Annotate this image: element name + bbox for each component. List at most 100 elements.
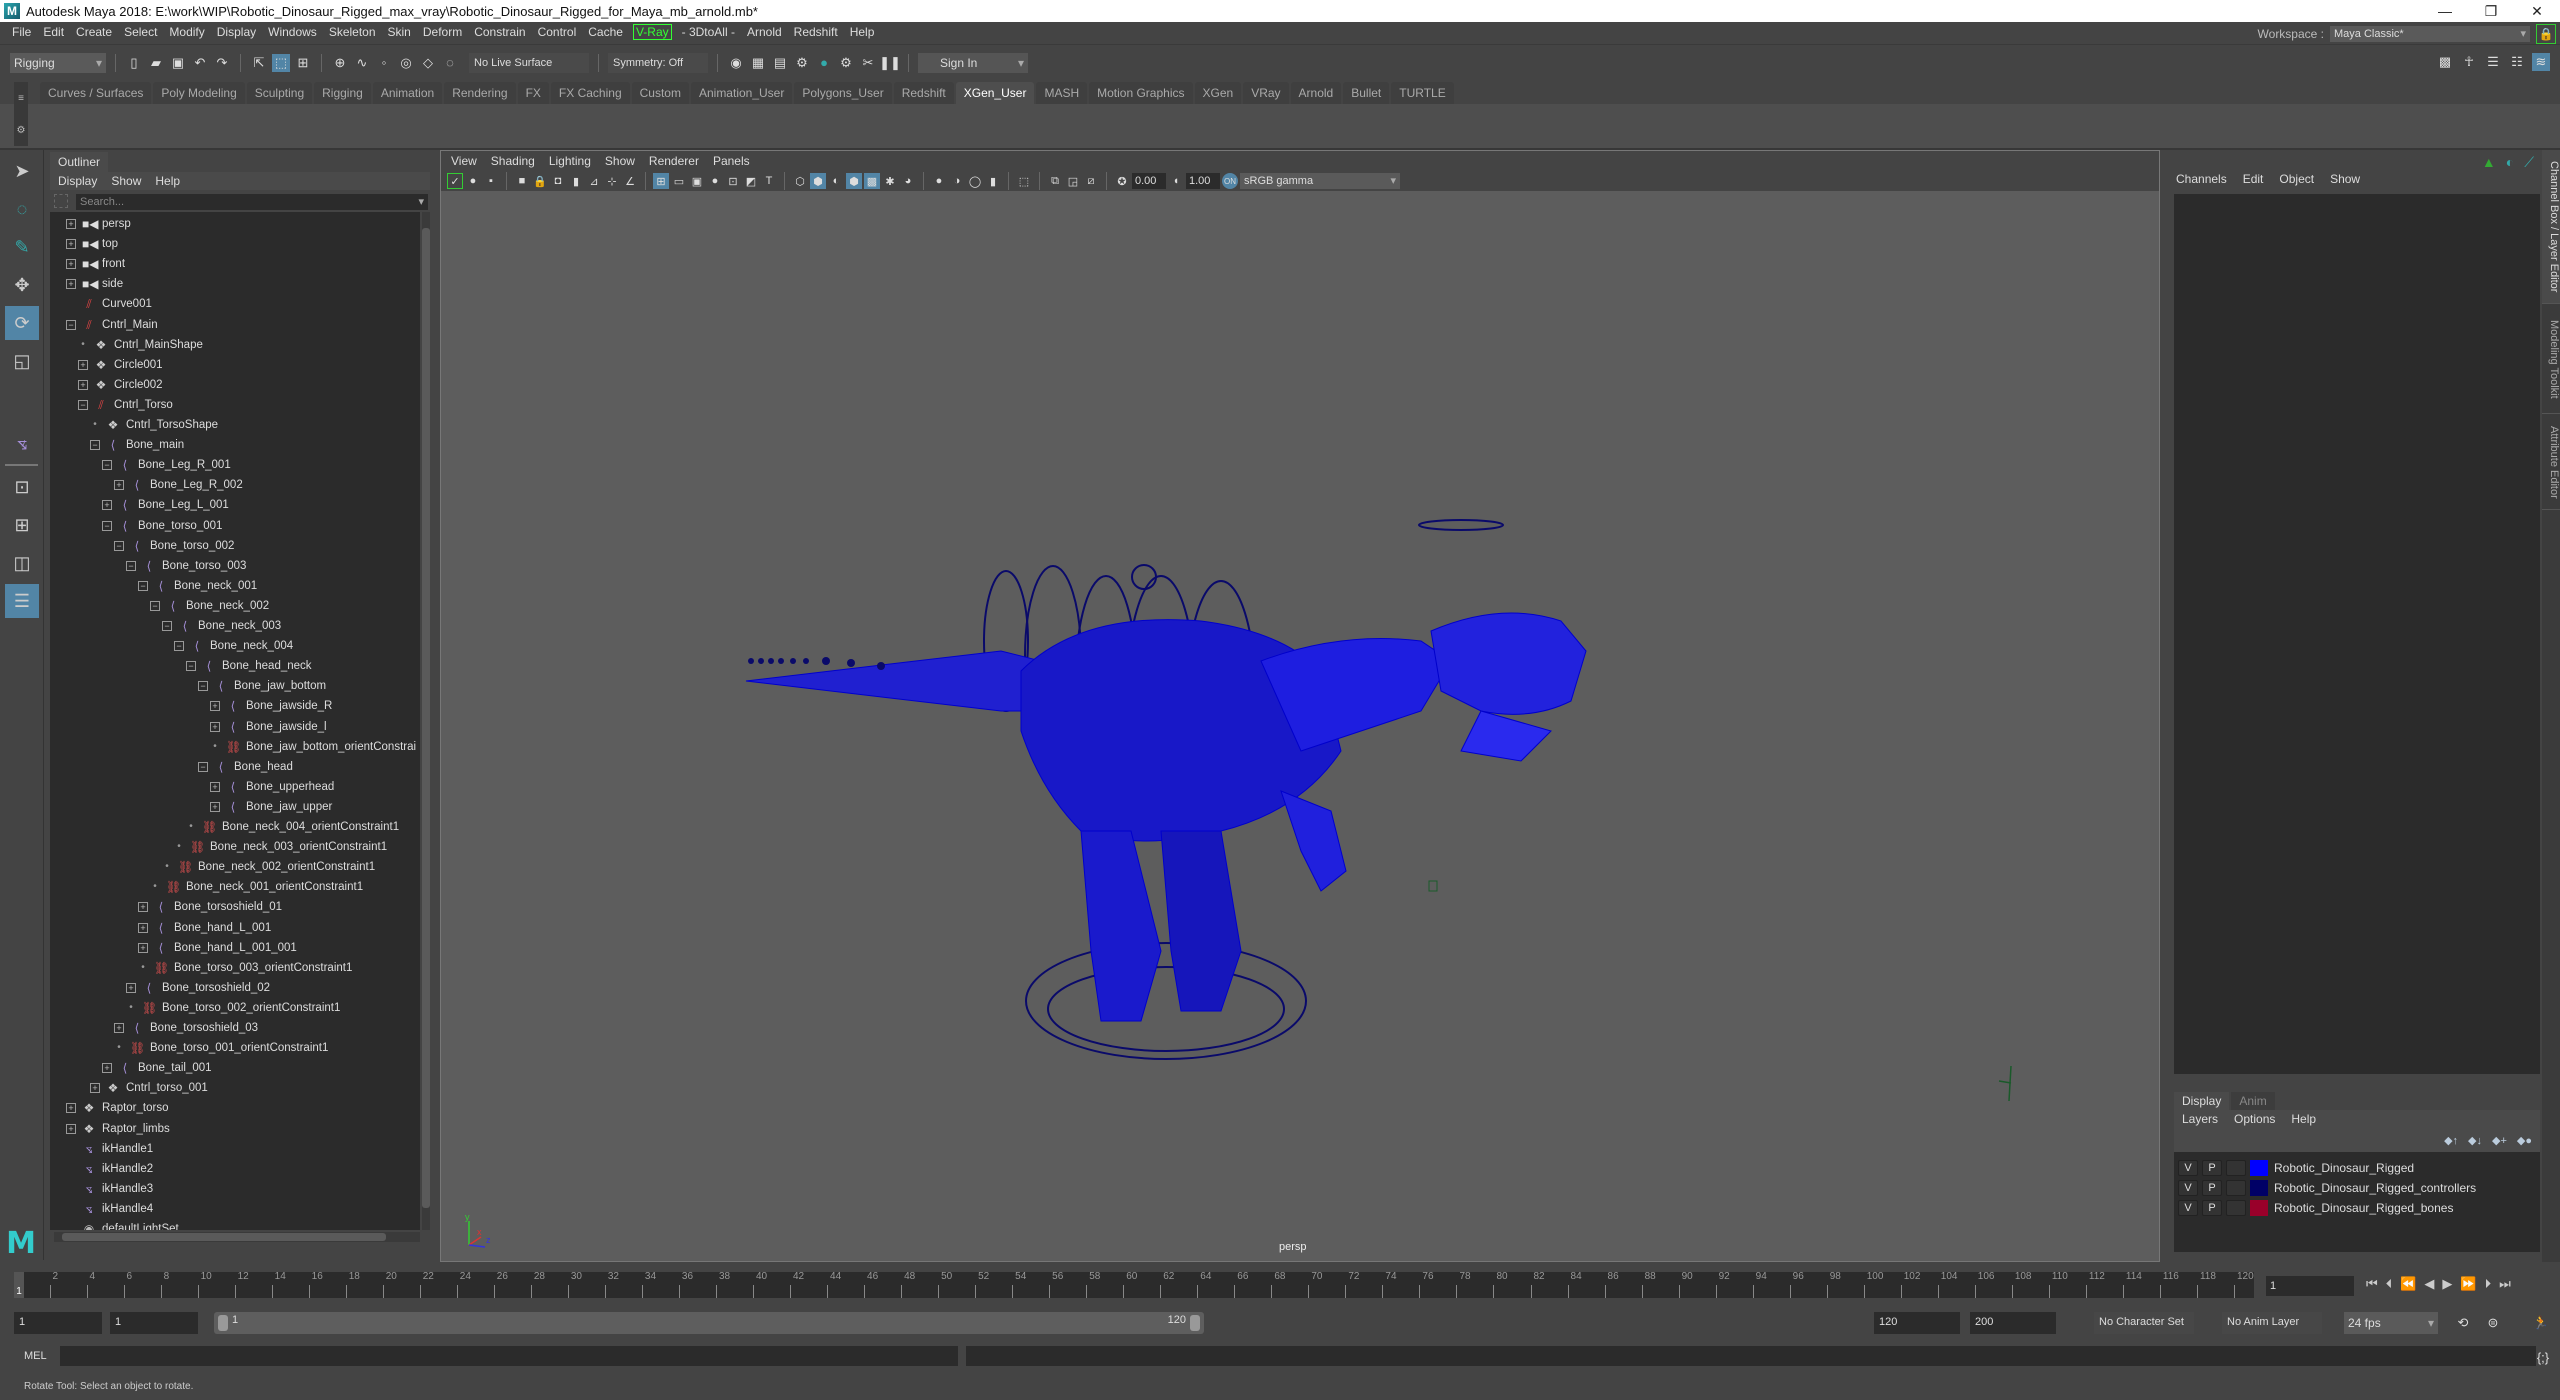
channel-box-toggle-icon[interactable]: ≋ xyxy=(2532,53,2550,71)
collapse-icon[interactable]: − xyxy=(198,761,208,772)
outliner-item[interactable]: − ⟨ Bone_neck_004 xyxy=(174,636,293,656)
outliner-item[interactable]: • ⛓ Bone_neck_001_orientConstraint1 xyxy=(150,877,363,897)
expand-icon[interactable]: + xyxy=(78,379,88,390)
step-forward-key-icon[interactable]: ⏩ xyxy=(2460,1276,2476,1292)
playback-end-field[interactable]: 120 xyxy=(1874,1312,1960,1334)
new-scene-icon[interactable]: ▯ xyxy=(125,54,143,72)
expand-icon[interactable]: + xyxy=(126,982,136,993)
outliner-item[interactable]: − ⟨ Bone_neck_003 xyxy=(162,616,281,636)
vp-menu-show[interactable]: Show xyxy=(605,151,635,171)
grid-toggle-icon[interactable]: ⊞ xyxy=(653,173,669,189)
outliner-item[interactable]: ⦪ ikHandle1 xyxy=(66,1139,154,1159)
safe-title-icon[interactable]: T xyxy=(761,173,777,189)
outliner-search-input[interactable]: Search... xyxy=(76,194,428,210)
collapse-icon[interactable]: − xyxy=(162,621,172,631)
resolution-gate-icon[interactable]: ∠ xyxy=(622,173,638,189)
layer-visibility-toggle[interactable]: V xyxy=(2178,1180,2198,1196)
new-layer-selected-icon[interactable]: ◆+ xyxy=(2492,1134,2507,1147)
layer-color-swatch[interactable] xyxy=(2250,1200,2268,1216)
menu-file[interactable]: File xyxy=(6,25,37,39)
current-frame-marker[interactable]: 1 xyxy=(14,1272,24,1298)
step-back-key-icon[interactable]: ⏪ xyxy=(2400,1276,2416,1292)
shelf-settings-icon[interactable]: ⚙ xyxy=(17,125,26,136)
display-layer-row[interactable]: V P Robotic_Dinosaur_Rigged xyxy=(2174,1158,2540,1178)
close-button[interactable]: ✕ xyxy=(2514,0,2560,22)
script-editor-icon[interactable]: {;} xyxy=(2534,1348,2552,1366)
expand-icon[interactable]: + xyxy=(114,1023,124,1033)
shelf-menu-icon[interactable]: ≡ xyxy=(18,93,24,104)
collapse-icon[interactable]: − xyxy=(102,460,112,471)
collapse-icon[interactable]: − xyxy=(126,560,136,571)
menu-select[interactable]: Select xyxy=(118,25,163,39)
outliner-item[interactable]: − ⟨ Bone_torso_003 xyxy=(126,556,246,576)
menu-redshift[interactable]: Redshift xyxy=(788,25,844,39)
select-component-icon[interactable]: ⊞ xyxy=(294,54,312,72)
step-forward-frame-icon[interactable]: ⏵ xyxy=(2485,1276,2492,1292)
outliner-item[interactable]: − ⟨ Bone_head_neck xyxy=(186,656,312,676)
layer-playback-toggle[interactable]: P xyxy=(2202,1160,2222,1176)
cb-menu-object[interactable]: Object xyxy=(2279,172,2314,186)
auto-key-icon[interactable]: ⊜ xyxy=(2484,1314,2502,1332)
layer-display-type-toggle[interactable] xyxy=(2226,1180,2246,1196)
collapse-icon[interactable]: − xyxy=(66,319,76,330)
collapse-icon[interactable]: − xyxy=(114,540,124,551)
expand-icon[interactable]: + xyxy=(66,279,76,290)
expand-icon[interactable]: + xyxy=(210,801,220,812)
render-frame-icon[interactable]: ▦ xyxy=(749,54,767,72)
collapse-icon[interactable]: − xyxy=(90,440,100,451)
outliner-item[interactable]: − ⟨ Bone_neck_002 xyxy=(150,596,269,616)
camera-select-icon[interactable]: ✓ xyxy=(447,173,463,189)
hik-toggle-icon[interactable]: ☥ xyxy=(2460,53,2478,71)
new-layer-icon[interactable]: ◆● xyxy=(2517,1134,2532,1147)
render-settings-icon[interactable]: ⚙ xyxy=(793,54,811,72)
outliner-item[interactable]: + ⟨ Bone_jawside_R xyxy=(210,696,332,716)
outliner-item[interactable]: + ⟨ Bone_torsoshield_03 xyxy=(114,1018,258,1038)
layer-color-swatch[interactable] xyxy=(2250,1180,2268,1196)
expand-icon[interactable]: + xyxy=(210,701,220,712)
cb-menu-channels[interactable]: Channels xyxy=(2176,172,2227,186)
outliner-item[interactable]: + ■◀ side xyxy=(66,274,123,294)
shelf-tab-animation[interactable]: Animation xyxy=(372,82,443,104)
outliner-item[interactable]: + ■◀ persp xyxy=(66,214,131,234)
side-tab-attribute-editor[interactable]: Attribute Editor xyxy=(2542,416,2560,510)
menu-windows[interactable]: Windows xyxy=(262,25,323,39)
outliner-item[interactable]: + ■◀ front xyxy=(66,254,125,274)
layer-menu-help[interactable]: Help xyxy=(2291,1110,2316,1128)
play-forwards-icon[interactable]: ▶ xyxy=(2442,1276,2452,1292)
layer-menu-options[interactable]: Options xyxy=(2234,1110,2275,1128)
sign-in-dropdown[interactable]: Sign In xyxy=(918,52,1028,73)
channel-box-tangent-icon[interactable]: ◐ xyxy=(2506,154,2514,171)
shelf-tab-fx-caching[interactable]: FX Caching xyxy=(550,82,630,104)
outliner-item[interactable]: • ⛓ Bone_torso_003_orientConstraint1 xyxy=(138,958,352,978)
vp-menu-renderer[interactable]: Renderer xyxy=(649,151,699,171)
outliner-item[interactable]: + ⟨ Bone_upperhead xyxy=(210,777,334,797)
render-view-icon[interactable]: ◉ xyxy=(727,54,745,72)
exposure-field[interactable]: 0.00 xyxy=(1132,173,1166,189)
restore-button[interactable]: ❐ xyxy=(2468,0,2514,22)
outliner-menu-display[interactable]: Display xyxy=(58,172,97,190)
render-setup-icon[interactable]: ⚙ xyxy=(837,54,855,72)
cb-menu-show[interactable]: Show xyxy=(2330,172,2360,186)
shelf-tab-curves-surfaces[interactable]: Curves / Surfaces xyxy=(40,82,152,104)
outliner-item[interactable]: + ■◀ top xyxy=(66,234,118,254)
snap-point-icon[interactable]: ◦ xyxy=(375,54,393,72)
layer-tab-display[interactable]: Display xyxy=(2174,1092,2230,1110)
outliner-item[interactable]: + ⟨ Bone_Leg_R_002 xyxy=(114,475,243,495)
outliner-item[interactable]: • ⛓ Bone_torso_001_orientConstraint1 xyxy=(114,1038,328,1058)
expand-icon[interactable]: + xyxy=(66,239,76,250)
outliner-item[interactable]: + ⟨ Bone_torsoshield_02 xyxy=(126,978,270,998)
resolution-gate-toggle-icon[interactable]: ▣ xyxy=(689,173,705,189)
outliner-item[interactable]: + ⟨ Bone_torsoshield_01 xyxy=(138,897,282,917)
grid-icon[interactable]: ⊿ xyxy=(586,173,602,189)
color-space-dropdown[interactable]: sRGB gamma xyxy=(1240,173,1400,189)
menu-skin[interactable]: Skin xyxy=(382,25,417,39)
shelf-tab-vray[interactable]: VRay xyxy=(1243,82,1289,104)
minimize-button[interactable]: — xyxy=(2422,0,2468,22)
expand-icon[interactable]: + xyxy=(66,1123,76,1134)
outliner-item[interactable]: ⫽ Curve001 xyxy=(66,294,152,314)
snap-grid-icon[interactable]: ⊕ xyxy=(331,54,349,72)
shelf-tab-bullet[interactable]: Bullet xyxy=(1343,82,1390,104)
shelf-tab-arnold[interactable]: Arnold xyxy=(1290,82,1342,104)
layer-playback-toggle[interactable]: P xyxy=(2202,1180,2222,1196)
expand-icon[interactable]: + xyxy=(90,1083,100,1094)
